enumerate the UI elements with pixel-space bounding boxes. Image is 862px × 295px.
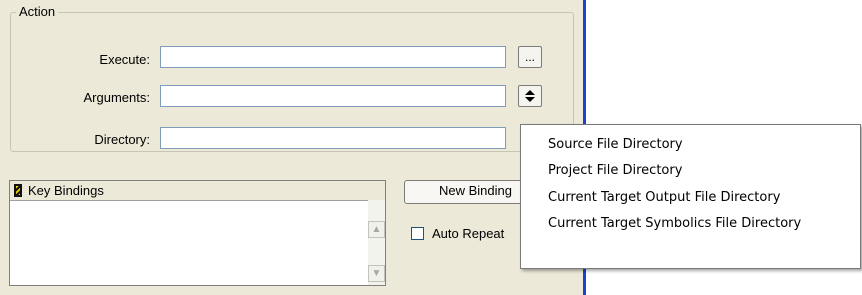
directory-label: Directory: bbox=[94, 132, 150, 147]
scroll-up-arrow-icon: ▲ bbox=[371, 224, 382, 235]
scroll-down-arrow-icon: ▼ bbox=[371, 268, 382, 279]
menu-item-target-output-directory[interactable]: Current Target Output File Directory bbox=[548, 190, 780, 205]
directory-context-menu: Source File Directory Project File Direc… bbox=[520, 124, 861, 269]
key-bindings-scrollbar[interactable]: ▲ ▼ bbox=[368, 200, 385, 285]
auto-repeat-checkbox[interactable] bbox=[411, 227, 424, 240]
scroll-down-button[interactable]: ▼ bbox=[368, 265, 385, 282]
new-binding-button[interactable]: New Binding bbox=[404, 180, 524, 204]
directory-field[interactable] bbox=[160, 127, 506, 149]
arguments-menu-button[interactable] bbox=[518, 85, 542, 107]
scroll-up-button[interactable]: ▲ bbox=[368, 221, 385, 238]
keyboard-icon bbox=[14, 184, 22, 197]
execute-field[interactable] bbox=[160, 46, 506, 68]
menu-item-target-symbolics-directory[interactable]: Current Target Symbolics File Directory bbox=[548, 216, 801, 231]
menu-item-source-file-directory[interactable]: Source File Directory bbox=[548, 137, 683, 152]
arguments-field[interactable] bbox=[160, 85, 506, 107]
auto-repeat-option[interactable]: Auto Repeat bbox=[411, 226, 504, 241]
auto-repeat-label: Auto Repeat bbox=[432, 226, 505, 241]
preferences-panel: Action Execute: ... Arguments: Directory… bbox=[0, 0, 584, 295]
key-bindings-list[interactable]: Key Bindings ▲ ▼ bbox=[9, 180, 386, 286]
key-bindings-header[interactable]: Key Bindings bbox=[10, 181, 385, 201]
arguments-label: Arguments: bbox=[83, 90, 150, 105]
action-group-title: Action bbox=[16, 4, 59, 19]
updown-arrow-icon bbox=[525, 90, 535, 102]
menu-item-project-file-directory[interactable]: Project File Directory bbox=[548, 163, 682, 178]
execute-browse-button[interactable]: ... bbox=[518, 46, 542, 68]
key-bindings-header-label: Key Bindings bbox=[28, 183, 104, 198]
execute-label: Execute: bbox=[99, 52, 150, 67]
